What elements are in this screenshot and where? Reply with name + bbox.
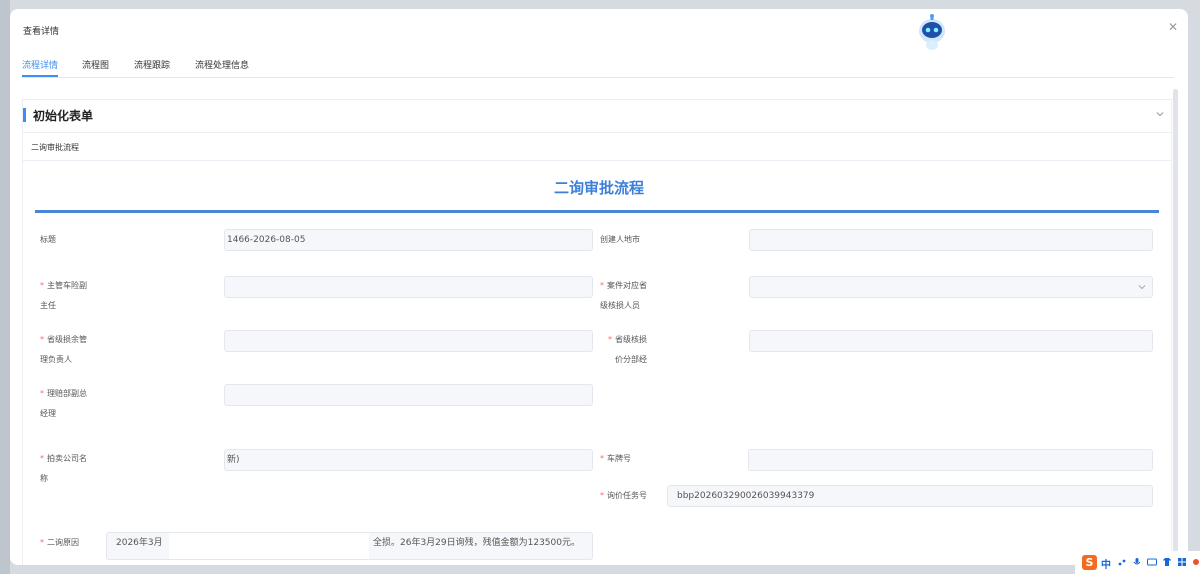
pricing-dept-label-line2: 价分部经 bbox=[615, 355, 647, 364]
plate-number-label: * 车牌号 bbox=[600, 454, 631, 463]
residual-manager-label: * 省级损余管 bbox=[40, 335, 87, 344]
case-adjuster-label-line2: 级核损人员 bbox=[600, 301, 640, 310]
form-title-underline bbox=[35, 210, 1159, 213]
section-title: 初始化表单 bbox=[33, 109, 94, 123]
inquiry-task-field[interactable]: bbp20260329002603994337​9 bbox=[667, 485, 1153, 507]
claims-gm-label: * 理赔部副总 bbox=[40, 389, 87, 398]
vehicle-deputy-label-line2: 主任 bbox=[40, 301, 56, 310]
view-details-dialog: 查看详情 ✕ 流程详情 流程图 流程跟踪 流程处理信息 初始化表单 二询审批流程… bbox=[10, 9, 1188, 565]
background-page bbox=[0, 0, 10, 574]
tab-process-details[interactable]: 流程详情 bbox=[22, 58, 58, 71]
redacted-region bbox=[169, 533, 369, 559]
creator-city-label: 创建人地市 bbox=[600, 235, 640, 244]
section-accent-bar bbox=[23, 108, 26, 122]
skin-icon[interactable] bbox=[1162, 557, 1172, 567]
dialog-title: 查看详情 bbox=[23, 27, 60, 37]
tabs-divider bbox=[22, 77, 1174, 78]
title-field[interactable]: 1466-2026-08-05 bbox=[224, 229, 593, 251]
case-adjuster-label: * 案件对应省 bbox=[600, 281, 647, 290]
vehicle-deputy-label: * 主管车险副 bbox=[40, 281, 87, 290]
tab-flowchart[interactable]: 流程图 bbox=[82, 58, 109, 71]
chevron-down-icon[interactable] bbox=[1154, 108, 1166, 120]
tab-process-handling-info[interactable]: 流程处理信息 bbox=[195, 58, 249, 71]
tab-process-tracking[interactable]: 流程跟踪 bbox=[134, 58, 170, 71]
toolbox-icon[interactable] bbox=[1177, 557, 1187, 567]
subsection-divider bbox=[23, 160, 1171, 161]
auction-company-label: * 拍卖公司名 bbox=[40, 454, 87, 463]
section-divider bbox=[23, 132, 1171, 133]
vehicle-deputy-field[interactable] bbox=[224, 276, 593, 298]
case-adjuster-select[interactable] bbox=[749, 276, 1153, 298]
auction-company-label-line2: 称 bbox=[40, 474, 48, 483]
punctuation-icon[interactable] bbox=[1117, 557, 1127, 567]
residual-manager-label-line2: 理负责人 bbox=[40, 355, 72, 364]
pricing-dept-label: * 省级核损 bbox=[608, 335, 647, 344]
microphone-icon[interactable] bbox=[1132, 557, 1142, 567]
auction-company-field[interactable]: 新) bbox=[224, 449, 593, 471]
ime-mode-label[interactable]: 中 bbox=[1101, 556, 1111, 571]
vertical-scrollbar[interactable] bbox=[1173, 89, 1178, 565]
sogou-ime-icon[interactable]: S bbox=[1082, 555, 1097, 570]
inquiry-reason-label: * 二询原因 bbox=[40, 538, 79, 547]
keyboard-icon[interactable] bbox=[1147, 557, 1157, 567]
plate-number-field[interactable] bbox=[748, 449, 1153, 471]
claims-gm-field[interactable] bbox=[224, 384, 593, 406]
ime-toolbar: S 中 bbox=[1075, 551, 1200, 574]
inquiry-reason-textarea[interactable]: 2026年3月 全损。26年3月29日询残，残值金额为123500元。 bbox=[106, 532, 593, 560]
residual-manager-field[interactable] bbox=[224, 330, 593, 352]
pricing-dept-field[interactable] bbox=[749, 330, 1153, 352]
robot-assistant-icon[interactable] bbox=[917, 14, 947, 52]
form-title: 二询审批流程 bbox=[553, 179, 644, 197]
close-icon[interactable]: ✕ bbox=[1167, 21, 1179, 33]
claims-gm-label-line2: 经理 bbox=[40, 409, 56, 418]
subsection-label: 二询审批流程 bbox=[31, 143, 79, 152]
title-label: 标题 bbox=[40, 235, 56, 244]
creator-city-field[interactable] bbox=[749, 229, 1153, 251]
inquiry-task-label: * 询价任务号 bbox=[600, 491, 647, 500]
more-icon[interactable] bbox=[1191, 557, 1200, 567]
chevron-down-icon bbox=[1138, 285, 1146, 290]
